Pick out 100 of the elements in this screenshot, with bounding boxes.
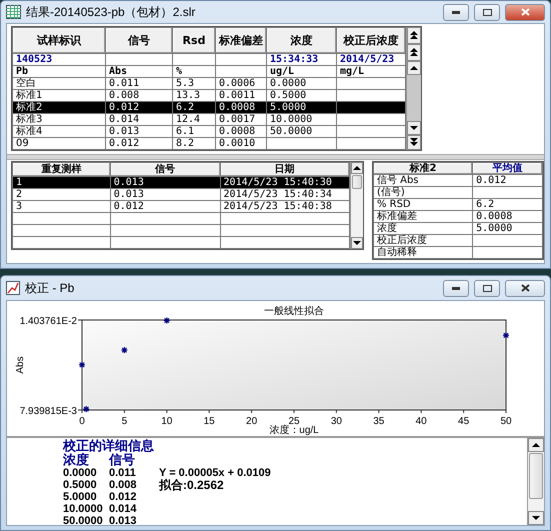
concentration-value: 0.0000 — [63, 467, 98, 479]
table-cell: 10.0000 — [266, 114, 336, 126]
column-header[interactable]: 校正后浓度 — [336, 28, 406, 54]
table-cell: 0.0008 — [472, 210, 542, 222]
concentration-value: 5.0000 — [63, 491, 98, 503]
table-cell: 1 — [12, 176, 110, 188]
table-cell: 8.2 — [172, 138, 216, 150]
column-header: 信号 — [109, 453, 136, 467]
double-caret-down-icon — [410, 138, 418, 147]
table-cell: 0.012 — [106, 102, 172, 114]
scrollbar[interactable] — [350, 162, 363, 249]
column-header: 浓度 — [63, 453, 90, 467]
table-cell: 0.0010 — [216, 138, 266, 150]
column-header[interactable]: 平均值 — [472, 162, 542, 174]
column-header[interactable]: 信号 — [106, 28, 172, 54]
restore-icon — [482, 284, 492, 292]
table-cell: 2014/5/23 — [336, 54, 406, 66]
minimize-button[interactable] — [443, 280, 469, 296]
column-header[interactable]: 浓度 — [266, 28, 336, 54]
table-cell: 信号 Abs — [373, 174, 473, 186]
table-cell: Pb — [12, 66, 106, 78]
table-cell: 3 — [12, 200, 110, 212]
signal-value: 0.008 — [109, 479, 138, 491]
maximize-button[interactable] — [474, 4, 500, 20]
scroll-down-button[interactable] — [350, 237, 363, 249]
table-cell: 15:34:33 — [266, 54, 336, 66]
y-tick-label: 1.403761E-2 — [20, 316, 77, 327]
table-cell: 5.0000 — [472, 222, 542, 234]
table-cell: 标准2 — [12, 102, 106, 114]
minimize-icon — [452, 286, 460, 290]
table-cell: 0.013 — [110, 188, 220, 200]
x-tick-label: 50 — [500, 416, 512, 427]
x-tick-label: 0 — [79, 416, 85, 427]
y-tick-label: 7.939815E-3 — [20, 406, 77, 417]
scroll-up-button[interactable] — [528, 438, 544, 452]
column-header[interactable]: 标准2 — [373, 162, 473, 174]
chart-title: 一般线性拟合 — [264, 306, 324, 317]
x-axis-label: 浓度：ug/L — [269, 425, 319, 435]
x-tick-label: 20 — [246, 416, 258, 427]
table-cell: 0.008 — [106, 90, 172, 102]
close-button[interactable] — [505, 280, 545, 296]
table-cell: 标准1 — [12, 90, 106, 102]
table-cell: 0.014 — [106, 114, 172, 126]
scroll-thumb[interactable] — [352, 175, 362, 189]
table-cell: 0.012 — [472, 174, 542, 186]
table-cell: 0.5000 — [266, 90, 336, 102]
column-header[interactable]: 标准偏差 — [216, 28, 266, 54]
concentration-value: 50.0000 — [63, 515, 104, 527]
maximize-button[interactable] — [474, 280, 500, 296]
fit-value: 拟合:0.2562 — [159, 479, 225, 491]
double-caret-up-icon — [410, 48, 418, 57]
signal-value: 0.014 — [109, 503, 138, 515]
column-header[interactable]: 重复测样 — [12, 162, 110, 176]
caret-down-icon — [352, 240, 361, 246]
double-caret-up-icon — [410, 31, 418, 40]
details-heading: 校正的详细信息 — [63, 439, 155, 453]
table-cell: 2014/5/23 15:40:38 — [220, 200, 350, 212]
x-tick-label: 5 — [122, 416, 128, 427]
scroll-last-button[interactable] — [407, 135, 421, 150]
table-cell: 0.0008 — [216, 126, 266, 138]
scroll-first-button[interactable] — [407, 27, 421, 44]
scroll-up-button[interactable] — [407, 61, 421, 75]
column-header[interactable]: 日期 — [220, 162, 350, 176]
table-cell: 6.2 — [472, 198, 542, 210]
table-cell: 标准偏差 — [373, 210, 473, 222]
x-tick-label: 40 — [416, 416, 427, 427]
table-cell: 0.012 — [106, 138, 172, 150]
scroll-thumb[interactable] — [529, 453, 543, 499]
minimize-button[interactable] — [443, 4, 469, 20]
table-cell: 13.3 — [172, 90, 216, 102]
scroll-down-button[interactable] — [407, 121, 421, 135]
restore-icon — [482, 8, 492, 16]
x-tick-label: 10 — [161, 416, 172, 427]
table-cell: 0.012 — [110, 200, 220, 212]
table-cell: 50.0000 — [266, 126, 336, 138]
scrollbar[interactable] — [406, 27, 421, 150]
concentration-value: 0.5000 — [63, 479, 98, 491]
scroll-page-up-button[interactable] — [407, 44, 421, 61]
table-cell: 6.1 — [172, 126, 216, 138]
column-header[interactable]: 试样标识 — [12, 28, 106, 54]
table-cell: 自动稀释 — [373, 246, 473, 258]
x-tick-label: 35 — [373, 416, 384, 427]
table-cell: 5.0000 — [266, 102, 336, 114]
scroll-down-button[interactable] — [528, 511, 544, 525]
caret-down-icon — [532, 516, 540, 520]
column-header[interactable]: Rsd — [172, 28, 216, 54]
column-header[interactable]: 信号 — [110, 162, 220, 176]
scroll-up-button[interactable] — [350, 162, 363, 174]
signal-value: 0.011 — [109, 467, 137, 479]
x-tick-label: 25 — [288, 416, 300, 427]
x-tick-label: 30 — [330, 416, 342, 427]
x-tick-label: 45 — [458, 416, 470, 427]
table-cell: 校正后浓度 — [373, 234, 473, 246]
table-cell: 2014/5/23 15:40:34 — [220, 188, 350, 200]
close-icon — [520, 8, 530, 16]
scrollbar[interactable] — [527, 438, 544, 525]
close-icon — [520, 284, 530, 292]
table-cell: 0.0000 — [266, 78, 336, 90]
table-cell: 0.0008 — [216, 102, 266, 114]
table-cell: 0.0011 — [216, 90, 266, 102]
